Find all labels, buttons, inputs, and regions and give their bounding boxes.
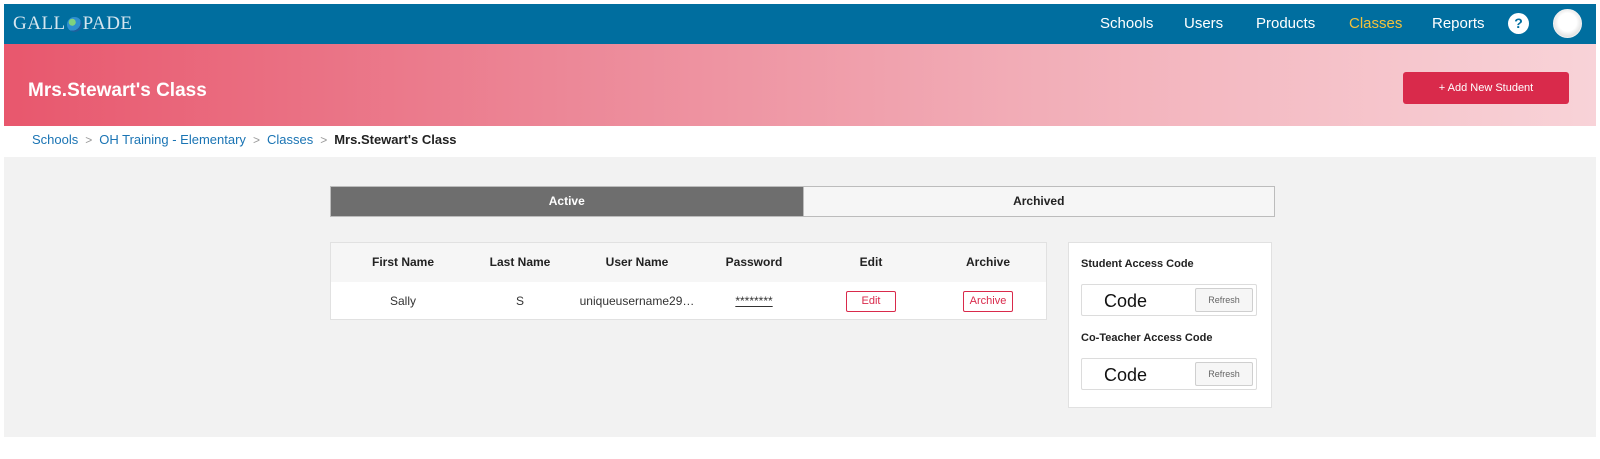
breadcrumb-classes[interactable]: Classes bbox=[267, 132, 313, 147]
column-header-last-name[interactable]: Last Name bbox=[490, 255, 551, 269]
coteacher-access-code-value: Code bbox=[1104, 365, 1148, 385]
breadcrumb-current: Mrs.Stewart's Class bbox=[334, 132, 457, 147]
avatar-icon[interactable] bbox=[1553, 9, 1582, 38]
table-header: First Name Last Name User Name Password … bbox=[331, 243, 1046, 282]
cell-last-name: S bbox=[515, 294, 525, 308]
help-icon[interactable]: ? bbox=[1508, 13, 1529, 34]
add-new-student-button[interactable]: + Add New Student bbox=[1403, 72, 1569, 104]
student-access-code-field: Code Refresh bbox=[1081, 284, 1257, 316]
table-row: Sally S uniqueusername29… ******** Edit … bbox=[331, 282, 1046, 321]
globe-icon bbox=[66, 16, 82, 32]
student-access-code-value: Code bbox=[1104, 291, 1148, 311]
chevron-right-icon: > bbox=[85, 133, 93, 147]
cell-user-name: uniqueusername29… bbox=[579, 294, 695, 308]
status-tabs: Active Archived bbox=[330, 186, 1275, 217]
logo-text-start: GALL bbox=[13, 13, 66, 34]
nav-classes[interactable]: Classes bbox=[1349, 15, 1402, 32]
column-header-password[interactable]: Password bbox=[726, 255, 783, 269]
nav-schools[interactable]: Schools bbox=[1100, 15, 1153, 32]
gallopade-logo[interactable]: GALL PADE bbox=[13, 13, 133, 35]
access-codes-panel: Student Access Code Code Refresh Co-Teac… bbox=[1068, 242, 1272, 408]
breadcrumb-school[interactable]: OH Training - Elementary bbox=[99, 132, 246, 147]
cell-first-name: Sally bbox=[389, 294, 417, 308]
tab-archived[interactable]: Archived bbox=[802, 187, 1274, 216]
student-access-code-label: Student Access Code bbox=[1081, 258, 1194, 270]
breadcrumb: Schools > OH Training - Elementary > Classes… bbox=[32, 132, 457, 147]
logo-text-end: PADE bbox=[82, 13, 133, 34]
page-title: Mrs.Stewart's Class bbox=[28, 80, 207, 101]
column-header-first-name[interactable]: First Name bbox=[372, 255, 434, 269]
refresh-student-code-button[interactable]: Refresh bbox=[1195, 288, 1253, 312]
nav-products[interactable]: Products bbox=[1256, 15, 1315, 32]
tab-active[interactable]: Active bbox=[331, 187, 803, 216]
students-table: First Name Last Name User Name Password … bbox=[330, 242, 1047, 320]
coteacher-access-code-field: Code Refresh bbox=[1081, 358, 1257, 390]
nav-users[interactable]: Users bbox=[1184, 15, 1223, 32]
nav-reports[interactable]: Reports bbox=[1432, 15, 1485, 32]
cell-password[interactable]: ******** bbox=[735, 294, 772, 308]
main-content: Active Archived First Name Last Name Use… bbox=[4, 157, 1596, 437]
coteacher-access-code-label: Co-Teacher Access Code bbox=[1081, 332, 1213, 344]
archive-student-button[interactable]: Archive bbox=[963, 291, 1013, 312]
chevron-right-icon: > bbox=[320, 133, 328, 147]
top-nav: GALL PADE Schools Users Products Classes … bbox=[4, 4, 1596, 44]
column-header-user-name[interactable]: User Name bbox=[606, 255, 669, 269]
app-frame: GALL PADE Schools Users Products Classes … bbox=[4, 4, 1596, 455]
class-header-banner: Mrs.Stewart's Class + Add New Student bbox=[4, 44, 1596, 126]
edit-student-button[interactable]: Edit bbox=[846, 291, 896, 312]
refresh-coteacher-code-button[interactable]: Refresh bbox=[1195, 362, 1253, 386]
column-header-edit: Edit bbox=[859, 255, 883, 269]
breadcrumb-schools[interactable]: Schools bbox=[32, 132, 78, 147]
chevron-right-icon: > bbox=[252, 133, 260, 147]
column-header-archive: Archive bbox=[965, 255, 1011, 269]
